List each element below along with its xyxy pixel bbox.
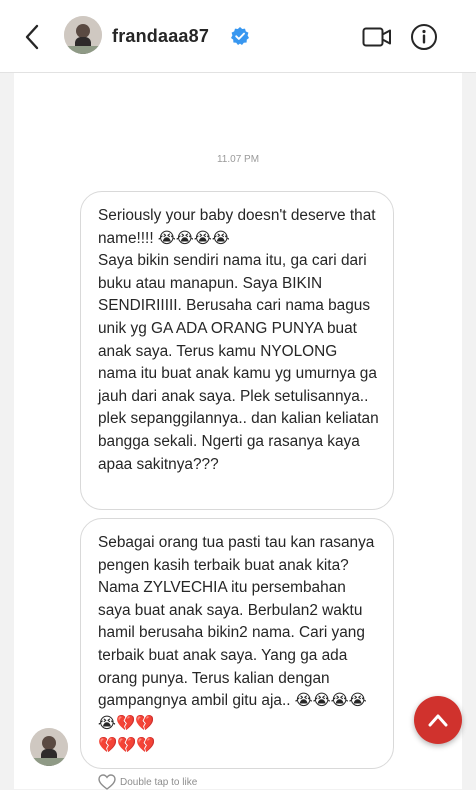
- double-tap-label: Double tap to like: [120, 776, 198, 788]
- double-tap-hint: Double tap to like: [98, 774, 197, 790]
- avatar-image: [30, 728, 68, 766]
- chevron-up-icon: [428, 714, 448, 727]
- video-call-icon: [362, 27, 391, 47]
- info-button[interactable]: [408, 21, 440, 53]
- message-bubble[interactable]: Seriously your baby doesn't deserve that…: [80, 191, 394, 510]
- username[interactable]: frandaaa87: [112, 26, 209, 47]
- chevron-left-icon: [25, 24, 39, 50]
- message-timestamp: 11.07 PM: [216, 154, 260, 165]
- info-icon: [411, 24, 437, 50]
- verified-badge-icon: [231, 27, 249, 45]
- heart-icon[interactable]: [98, 774, 116, 790]
- scroll-up-button[interactable]: [414, 696, 462, 744]
- avatar-image: [64, 16, 102, 54]
- avatar[interactable]: [64, 16, 102, 54]
- chat-header: frandaaa87: [0, 0, 476, 73]
- message-bubble[interactable]: Sebagai orang tua pasti tau kan rasanya …: [80, 518, 394, 769]
- back-button[interactable]: [18, 22, 46, 52]
- sender-avatar[interactable]: [30, 728, 68, 766]
- video-call-button[interactable]: [360, 22, 394, 52]
